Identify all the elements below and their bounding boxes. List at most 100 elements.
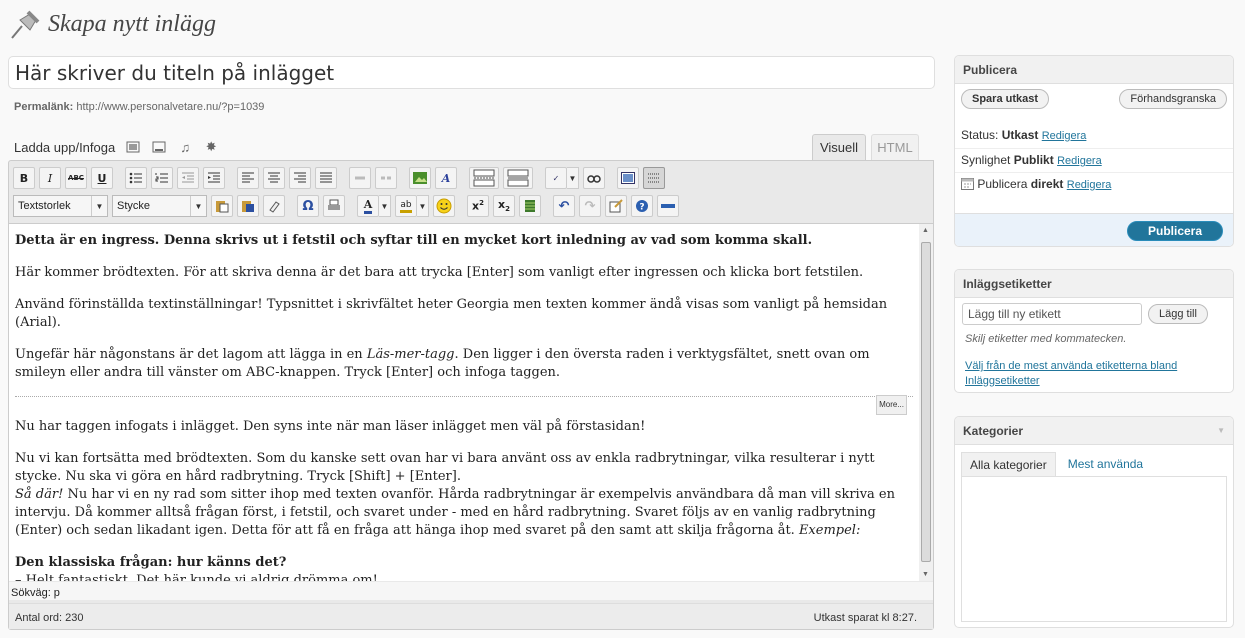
editor-content[interactable]: Detta är en ingress. Denna skrivs ut i f… (9, 223, 919, 581)
publish-button[interactable]: Publicera (1127, 221, 1223, 241)
align-justify-icon[interactable] (315, 167, 337, 189)
edit-schedule-link[interactable]: Redigera (1067, 179, 1112, 191)
edit-status-link[interactable]: Redigera (1042, 130, 1087, 142)
publish-box: Publicera Spara utkast Förhandsgranska S… (954, 55, 1234, 247)
smiley-icon[interactable] (433, 195, 455, 217)
underline-icon[interactable]: U (91, 167, 113, 189)
add-image-icon[interactable] (125, 139, 141, 155)
tab-all-categories[interactable]: Alla kategorier (961, 452, 1056, 476)
new-tag-input[interactable]: Lägg till ny etikett (962, 303, 1142, 325)
spellcheck-dropdown-icon[interactable]: ▼ (567, 167, 579, 189)
undo-icon[interactable]: ↶ (553, 195, 575, 217)
preview-button[interactable]: Förhandsgranska (1119, 89, 1227, 109)
highlight-icon[interactable]: ab (395, 195, 417, 217)
highlight-dropdown-icon[interactable]: ▼ (417, 195, 429, 217)
scroll-down-icon[interactable]: ▼ (922, 571, 929, 578)
scrollbar-thumb[interactable] (921, 242, 931, 562)
choose-popular-tags-link[interactable]: Välj från de mest använda etiketterna bl… (965, 359, 1227, 389)
search-icon[interactable] (583, 167, 605, 189)
permalink-label: Permalänk: (14, 101, 74, 113)
status-row: Status: Utkast Redigera (961, 128, 1227, 142)
fullscreen-icon[interactable] (617, 167, 639, 189)
spellcheck-icon[interactable]: ✓ (545, 167, 567, 189)
align-left-icon[interactable] (237, 167, 259, 189)
page-break-icon[interactable] (503, 167, 533, 189)
add-video-icon[interactable] (151, 139, 167, 155)
chevron-down-icon[interactable]: ▼ (1217, 426, 1225, 435)
paste-text-icon[interactable] (211, 195, 233, 217)
toolbar-row-2: Textstorlek ▼ Stycke ▼ Ω A ▼ ab ▼ x2 x2 … (13, 194, 683, 218)
content-paragraph: Nu har taggen infogats i inlägget. Den s… (15, 419, 646, 434)
subscript-icon[interactable]: x2 (493, 195, 515, 217)
redo-icon[interactable]: ↷ (579, 195, 601, 217)
help-icon[interactable]: ? (631, 195, 653, 217)
content-paragraph: Ungefär här någonstans är det lagom att … (15, 346, 913, 382)
kitchen-sink-icon[interactable] (643, 167, 665, 189)
font-size-select[interactable]: Textstorlek ▼ (13, 195, 108, 217)
tag-hint: Skilj etiketter med kommatecken. (965, 333, 1127, 345)
indent-icon[interactable] (203, 167, 225, 189)
link-icon[interactable] (349, 167, 371, 189)
autosave-status: Utkast sparat kl 8:27. (813, 612, 917, 624)
interview-answer: – Helt fantastiskt. Det här kunde vi ald… (15, 573, 378, 581)
bullet-list-icon[interactable] (125, 167, 147, 189)
strikethrough-icon[interactable]: ABC (65, 167, 87, 189)
text-run: Nu har vi en ny rad som sitter ihop med … (15, 487, 895, 538)
post-title-input[interactable]: Här skriver du titeln på inlägget (8, 56, 935, 89)
divider (955, 148, 1233, 149)
save-draft-button[interactable]: Spara utkast (961, 89, 1050, 109)
add-tag-button[interactable]: Lägg till (1148, 304, 1208, 324)
media-buttons: Ladda upp/Infoga ♫ ✸ (14, 139, 219, 155)
categories-box-header[interactable]: Kategorier ▼ (955, 417, 1233, 445)
text-color-icon[interactable]: A (357, 195, 379, 217)
publish-timing: direkt (1030, 177, 1064, 192)
scroll-up-icon[interactable]: ▲ (922, 227, 929, 234)
status-value: Utkast (1001, 128, 1039, 142)
editor-scrollbar[interactable]: ▲ ▼ (919, 223, 933, 581)
align-center-icon[interactable] (263, 167, 285, 189)
paste-word-icon[interactable] (237, 195, 259, 217)
visibility-label: Synlighet (961, 153, 1011, 167)
bold-icon[interactable]: B (13, 167, 35, 189)
superscript-icon[interactable]: x2 (467, 195, 489, 217)
permalink-url[interactable]: http://www.personalvetare.nu/?p=1039 (76, 101, 264, 113)
tab-visual[interactable]: Visuell (812, 134, 866, 160)
interview-question: Den klassiska frågan: hur känns det? (15, 555, 287, 570)
special-char-icon[interactable]: Ω (297, 195, 319, 217)
content-paragraph: Här kommer brödtexten. För att skriva de… (15, 265, 864, 280)
outdent-icon[interactable] (177, 167, 199, 189)
image-icon[interactable] (409, 167, 431, 189)
unlink-icon[interactable] (375, 167, 397, 189)
media-icon[interactable]: A (435, 167, 457, 189)
word-count: Antal ord: 230 (15, 612, 84, 624)
text-run: Ungefär här någonstans är det lagom att … (15, 347, 367, 362)
more-tag-divider[interactable]: More... (15, 395, 913, 415)
text-run-italic: Exempel: (798, 523, 861, 538)
tags-box-title[interactable]: Inläggsetiketter (955, 270, 1233, 298)
calendar-icon (961, 177, 974, 193)
toolbar-row-1: B I ABC U A ✓ ▼ (13, 166, 669, 190)
content-paragraph: Använd förinställda textinställningar! T… (15, 297, 888, 330)
editor-toolbar: B I ABC U A ✓ ▼ Textstorlek ▼ Stycke ▼ Ω… (9, 161, 933, 223)
add-audio-icon[interactable]: ♫ (177, 139, 193, 155)
permalink: Permalänk: http://www.personalvetare.nu/… (14, 101, 264, 113)
tab-most-used[interactable]: Mest använda (1056, 452, 1151, 476)
italic-icon[interactable]: I (39, 167, 61, 189)
numbered-list-icon[interactable] (151, 167, 173, 189)
align-right-icon[interactable] (289, 167, 311, 189)
print-icon[interactable] (323, 195, 345, 217)
media-file-icon[interactable] (519, 195, 541, 217)
tab-html[interactable]: HTML (871, 134, 919, 160)
add-media-icon[interactable]: ✸ (203, 139, 219, 155)
format-select[interactable]: Stycke ▼ (112, 195, 207, 217)
status-label: Status: (961, 128, 999, 142)
publish-box-title[interactable]: Publicera (955, 56, 1233, 84)
hr-icon[interactable] (657, 195, 679, 217)
text-color-dropdown-icon[interactable]: ▼ (379, 195, 391, 217)
categories-box: Kategorier ▼ Alla kategorier Mest använd… (954, 416, 1234, 628)
remove-format-icon[interactable] (263, 195, 285, 217)
edit-image-icon[interactable] (605, 195, 627, 217)
category-list[interactable] (961, 476, 1227, 622)
edit-visibility-link[interactable]: Redigera (1057, 155, 1102, 167)
insert-more-icon[interactable] (469, 167, 499, 189)
